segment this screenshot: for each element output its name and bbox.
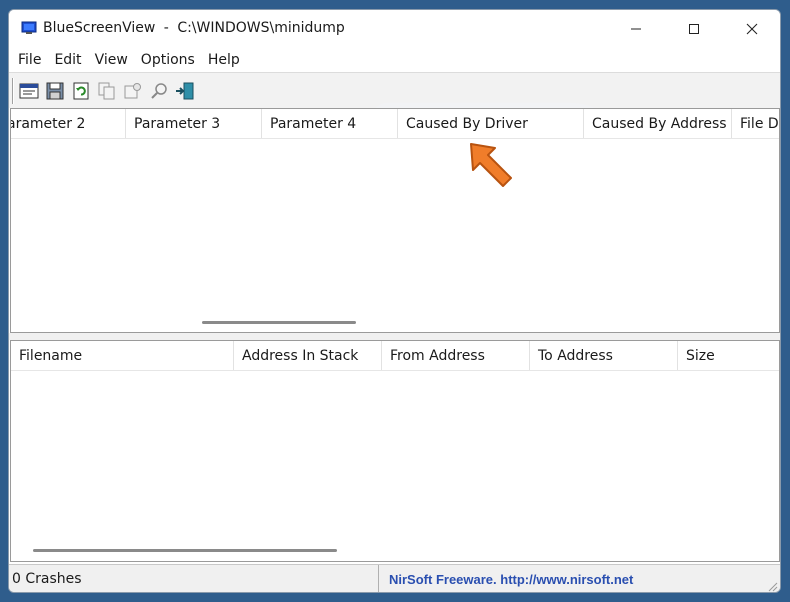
refresh-button[interactable] (70, 80, 92, 102)
column-address-in-stack[interactable]: Address In Stack (234, 341, 382, 370)
close-button[interactable] (723, 10, 780, 48)
crash-list-pane[interactable]: arameter 2 Parameter 3 Parameter 4 Cause… (10, 108, 780, 333)
column-caused-by-address[interactable]: Caused By Address (584, 109, 732, 138)
app-name: BlueScreenView (43, 20, 156, 36)
menu-bar: File Edit View Options Help (9, 48, 780, 72)
column-size[interactable]: Size (678, 341, 779, 370)
minimize-button[interactable] (607, 10, 665, 48)
save-icon (46, 82, 64, 99)
toolbar-grip (12, 77, 14, 104)
options-icon (124, 82, 141, 98)
properties-icon (19, 83, 39, 98)
window-title: BlueScreenView - C:\WINDOWS\minidump (43, 20, 345, 36)
menu-edit[interactable]: Edit (47, 48, 87, 72)
column-from-address[interactable]: From Address (382, 341, 530, 370)
resize-grip-icon[interactable] (766, 580, 778, 592)
pointer-arrow-icon (470, 143, 512, 187)
column-parameter-3[interactable]: Parameter 3 (126, 109, 262, 138)
menu-help[interactable]: Help (201, 48, 246, 72)
exit-icon (176, 82, 194, 99)
crash-list-scrollbar[interactable] (202, 321, 356, 324)
app-icon (21, 21, 37, 34)
close-icon (746, 23, 758, 35)
maximize-icon (689, 24, 699, 34)
driver-list-scrollbar[interactable] (33, 549, 337, 552)
title-separator: - (163, 20, 169, 36)
dump-path: C:\WINDOWS\minidump (177, 20, 345, 36)
toolbar (9, 72, 780, 108)
minimize-icon (631, 28, 641, 30)
crash-list-header: arameter 2 Parameter 3 Parameter 4 Cause… (11, 109, 779, 139)
options-button[interactable] (122, 80, 144, 102)
find-icon (151, 82, 167, 99)
column-caused-by-driver[interactable]: Caused By Driver (398, 109, 584, 138)
title-bar[interactable]: BlueScreenView - C:\WINDOWS\minidump (9, 10, 780, 48)
column-to-address[interactable]: To Address (530, 341, 678, 370)
app-window: BlueScreenView - C:\WINDOWS\minidump Fil… (8, 9, 781, 593)
maximize-button[interactable] (665, 10, 723, 48)
column-file-description[interactable]: File De (732, 109, 779, 138)
copy-icon (98, 82, 115, 99)
exit-button[interactable] (174, 80, 196, 102)
column-parameter-4[interactable]: Parameter 4 (262, 109, 398, 138)
driver-list-pane[interactable]: Filename Address In Stack From Address T… (10, 340, 780, 562)
refresh-icon (73, 82, 89, 99)
menu-options[interactable]: Options (134, 48, 201, 72)
nirsoft-link[interactable]: NirSoft Freeware. http://www.nirsoft.net (389, 565, 633, 592)
pane-splitter[interactable] (9, 333, 780, 340)
menu-view[interactable]: View (88, 48, 134, 72)
find-button[interactable] (148, 80, 170, 102)
column-parameter-2[interactable]: arameter 2 (11, 109, 126, 138)
copy-button[interactable] (96, 80, 118, 102)
column-filename[interactable]: Filename (11, 341, 234, 370)
menu-file[interactable]: File (11, 48, 47, 72)
driver-list-header: Filename Address In Stack From Address T… (11, 341, 779, 371)
properties-button[interactable] (18, 80, 40, 102)
status-bar: 0 Crashes NirSoft Freeware. http://www.n… (9, 564, 780, 592)
save-button[interactable] (44, 80, 66, 102)
crash-count: 0 Crashes (11, 565, 379, 592)
